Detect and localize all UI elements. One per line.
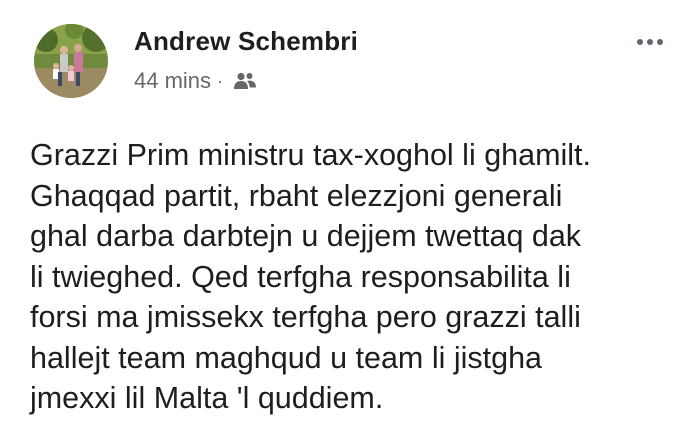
post-body-line: forsi ma jmissekx terfgha pero grazzi ta… [30,300,581,334]
more-options-button[interactable] [630,32,670,52]
post-meta: 44 mins · [134,68,257,94]
post-body-line: hallejt team maghqud u team li jistgha [30,340,543,375]
post-body-line: ghal darba darbtejn u dejjem twettaq dak [30,219,582,253]
more-options-icon [637,39,643,45]
post-body-line: Ghaqqad partit, rbaht elezzjoni generali [30,178,563,213]
avatar-photo [34,24,108,98]
more-options-dot [647,39,653,45]
friends-icon[interactable] [233,71,257,91]
author-name[interactable]: Andrew Schembri [134,26,358,57]
post-body: Grazzi Prim ministru tax-xoghol li ghami… [30,135,690,419]
post-timestamp[interactable]: 44 mins [134,68,211,94]
post-header: Andrew Schembri 44 mins · [28,18,680,108]
post-body-line: jmexxi lil Malta 'l quddiem. [30,381,384,415]
author-avatar[interactable] [34,24,108,98]
post-body-line: li twieghed. Qed terfgha responsabilita … [30,259,571,294]
meta-separator: · [217,70,224,91]
more-options-dot [657,39,663,45]
post-body-line: Grazzi Prim ministru tax-xoghol li ghami… [30,138,592,172]
facebook-post: Andrew Schembri 44 mins · Grazzi Prim mi… [0,0,700,441]
